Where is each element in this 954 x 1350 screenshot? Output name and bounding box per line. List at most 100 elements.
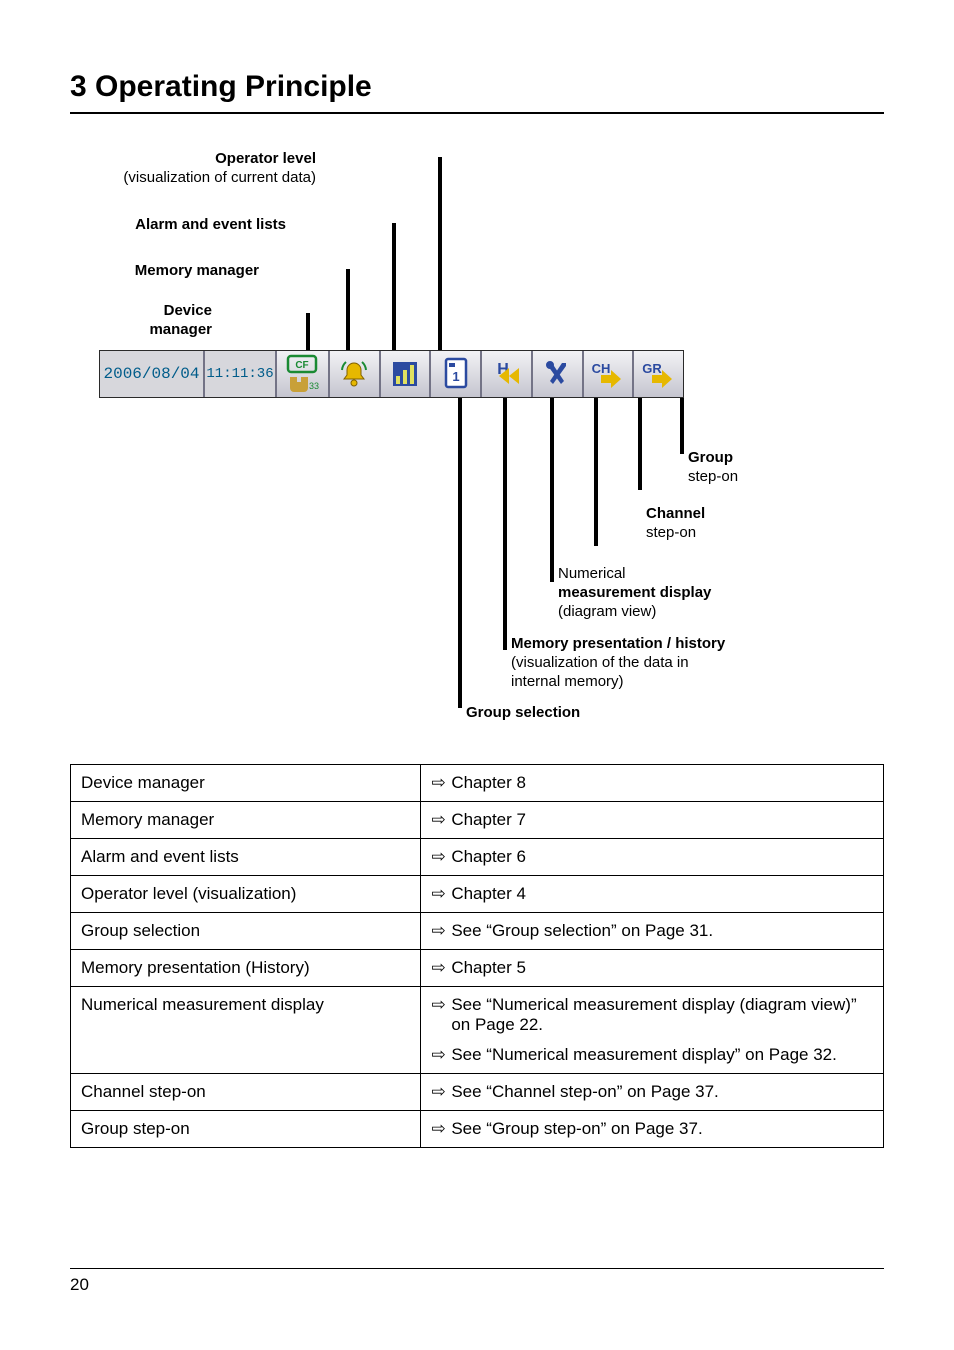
label-memory-presentation-bold: Memory presentation / history (511, 635, 725, 654)
table-cell-right: ⇨ See “Group step-on” on Page 37. (420, 1111, 883, 1148)
toolbar-group-step-icon: GR (632, 351, 683, 397)
reference-table: Device manager⇨ Chapter 8Memory manager⇨… (70, 764, 884, 1148)
label-channel-stepon-plain: step-on (646, 524, 705, 543)
device-toolbar: 2006/08/04 11:11:36 CF 33% (99, 350, 684, 398)
toolbar-diagram: Operator level (visualization of current… (70, 150, 884, 740)
table-cell-left: Group selection (71, 913, 421, 950)
label-group-stepon: Group step-on (688, 449, 738, 487)
table-cell-left: Device manager (71, 765, 421, 802)
callout-line (346, 269, 350, 350)
arrow-icon: ⇨ (431, 1045, 447, 1065)
table-cell-left: Memory manager (71, 802, 421, 839)
table-cell-right: ⇨ Chapter 4 (420, 876, 883, 913)
title-rule (70, 112, 884, 114)
reference-text: Chapter 8 (451, 773, 871, 793)
label-alarm-lists: Alarm and event lists (135, 216, 286, 235)
arrow-icon: ⇨ (431, 921, 447, 941)
label-device-manager-bold2: manager (149, 321, 212, 340)
label-numerical-display-bold: measurement display (558, 584, 711, 603)
toolbar-channel-step-icon: CH (582, 351, 633, 397)
arrow-icon: ⇨ (431, 1119, 447, 1139)
svg-text:33%: 33% (309, 381, 319, 391)
arrow-icon: ⇨ (431, 995, 447, 1015)
toolbar-history-icon: H (480, 351, 531, 397)
reference-text: See “Group step-on” on Page 37. (451, 1119, 871, 1139)
reference-text: See “Numerical measurement display” on P… (451, 1045, 871, 1065)
callout-line (680, 398, 684, 454)
label-channel-stepon: Channel step-on (646, 505, 705, 543)
reference-text: Chapter 5 (451, 958, 871, 978)
reference-text: Chapter 4 (451, 884, 871, 904)
reference-text: See “Channel step-on” on Page 37. (451, 1082, 871, 1102)
toolbar-cf-icon: CF 33% (277, 351, 328, 397)
callout-line (550, 398, 554, 582)
table-row: Operator level (visualization)⇨ Chapter … (71, 876, 884, 913)
table-cell-right: ⇨ Chapter 8 (420, 765, 883, 802)
section-title: 3 Operating Principle (70, 70, 884, 104)
label-memory-presentation: Memory presentation / history (visualiza… (511, 635, 725, 691)
toolbar-date: 2006/08/04 (100, 351, 205, 397)
table-cell-right: ⇨ Chapter 7 (420, 802, 883, 839)
table-cell-right: ⇨ See “Numerical measurement display (di… (420, 987, 883, 1074)
label-group-selection: Group selection (466, 704, 580, 723)
label-channel-stepon-bold: Channel (646, 505, 705, 524)
label-operator-level-bold: Operator level (123, 150, 316, 169)
toolbar-time: 11:11:36 (205, 351, 277, 397)
label-numerical-display-plain2: (diagram view) (558, 603, 711, 622)
page-number: 20 (70, 1275, 884, 1295)
arrow-icon: ⇨ (431, 958, 447, 978)
table-cell-right: ⇨ See “Channel step-on” on Page 37. (420, 1074, 883, 1111)
label-operator-level: Operator level (visualization of current… (123, 150, 316, 188)
callout-line (306, 313, 310, 350)
label-numerical-display: Numerical measurement display (diagram v… (558, 565, 711, 621)
label-alarm-lists-bold: Alarm and event lists (135, 216, 286, 235)
page-footer: 20 (70, 1268, 884, 1295)
label-device-manager: Device manager (149, 302, 212, 340)
toolbar-page-icon: 1 (429, 351, 480, 397)
label-memory-manager: Memory manager (135, 262, 259, 281)
table-row: Memory presentation (History) ⇨ Chapter 5 (71, 950, 884, 987)
table-cell-left: Group step-on (71, 1111, 421, 1148)
callout-line (594, 398, 598, 546)
footer-rule (70, 1268, 884, 1269)
table-row: Numerical measurement display⇨ See “Nume… (71, 987, 884, 1074)
table-cell-left: Channel step-on (71, 1074, 421, 1111)
callout-line (503, 398, 507, 650)
label-memory-manager-bold: Memory manager (135, 262, 259, 281)
label-device-manager-bold1: Device (149, 302, 212, 321)
toolbar-chart-icon (379, 351, 430, 397)
table-row: Device manager⇨ Chapter 8 (71, 765, 884, 802)
toolbar-tools-icon (531, 351, 582, 397)
label-memory-presentation-plain2: internal memory) (511, 673, 725, 692)
table-cell-left: Memory presentation (History) (71, 950, 421, 987)
label-operator-level-plain: (visualization of current data) (123, 169, 316, 188)
callout-line (392, 223, 396, 350)
table-row: Memory manager⇨ Chapter 7 (71, 802, 884, 839)
table-row: Group step-on⇨ See “Group step-on” on Pa… (71, 1111, 884, 1148)
svg-text:CF: CF (296, 360, 309, 371)
callout-line (638, 398, 642, 490)
svg-text:GR: GR (642, 361, 662, 376)
arrow-icon: ⇨ (431, 884, 447, 904)
reference-text: See “Group selection” on Page 31. (451, 921, 871, 941)
label-group-stepon-bold: Group (688, 449, 738, 468)
table-cell-right: ⇨ See “Group selection” on Page 31. (420, 913, 883, 950)
arrow-icon: ⇨ (431, 847, 447, 867)
toolbar-bell-icon (328, 351, 379, 397)
label-group-stepon-plain: step-on (688, 468, 738, 487)
label-numerical-display-plain1: Numerical (558, 565, 711, 584)
table-row: Alarm and event lists ⇨ Chapter 6 (71, 839, 884, 876)
callout-line (458, 398, 462, 708)
table-cell-left: Operator level (visualization) (71, 876, 421, 913)
arrow-icon: ⇨ (431, 810, 447, 830)
table-cell-left: Numerical measurement display (71, 987, 421, 1074)
table-row: Channel step-on⇨ See “Channel step-on” o… (71, 1074, 884, 1111)
table-row: Group selection⇨ See “Group selection” o… (71, 913, 884, 950)
arrow-icon: ⇨ (431, 773, 447, 793)
table-cell-left: Alarm and event lists (71, 839, 421, 876)
reference-text: See “Numerical measurement display (diag… (451, 995, 871, 1035)
reference-text: Chapter 6 (451, 847, 871, 867)
label-memory-presentation-plain1: (visualization of the data in (511, 654, 725, 673)
svg-text:1: 1 (452, 369, 459, 384)
svg-text:CH: CH (591, 361, 610, 376)
